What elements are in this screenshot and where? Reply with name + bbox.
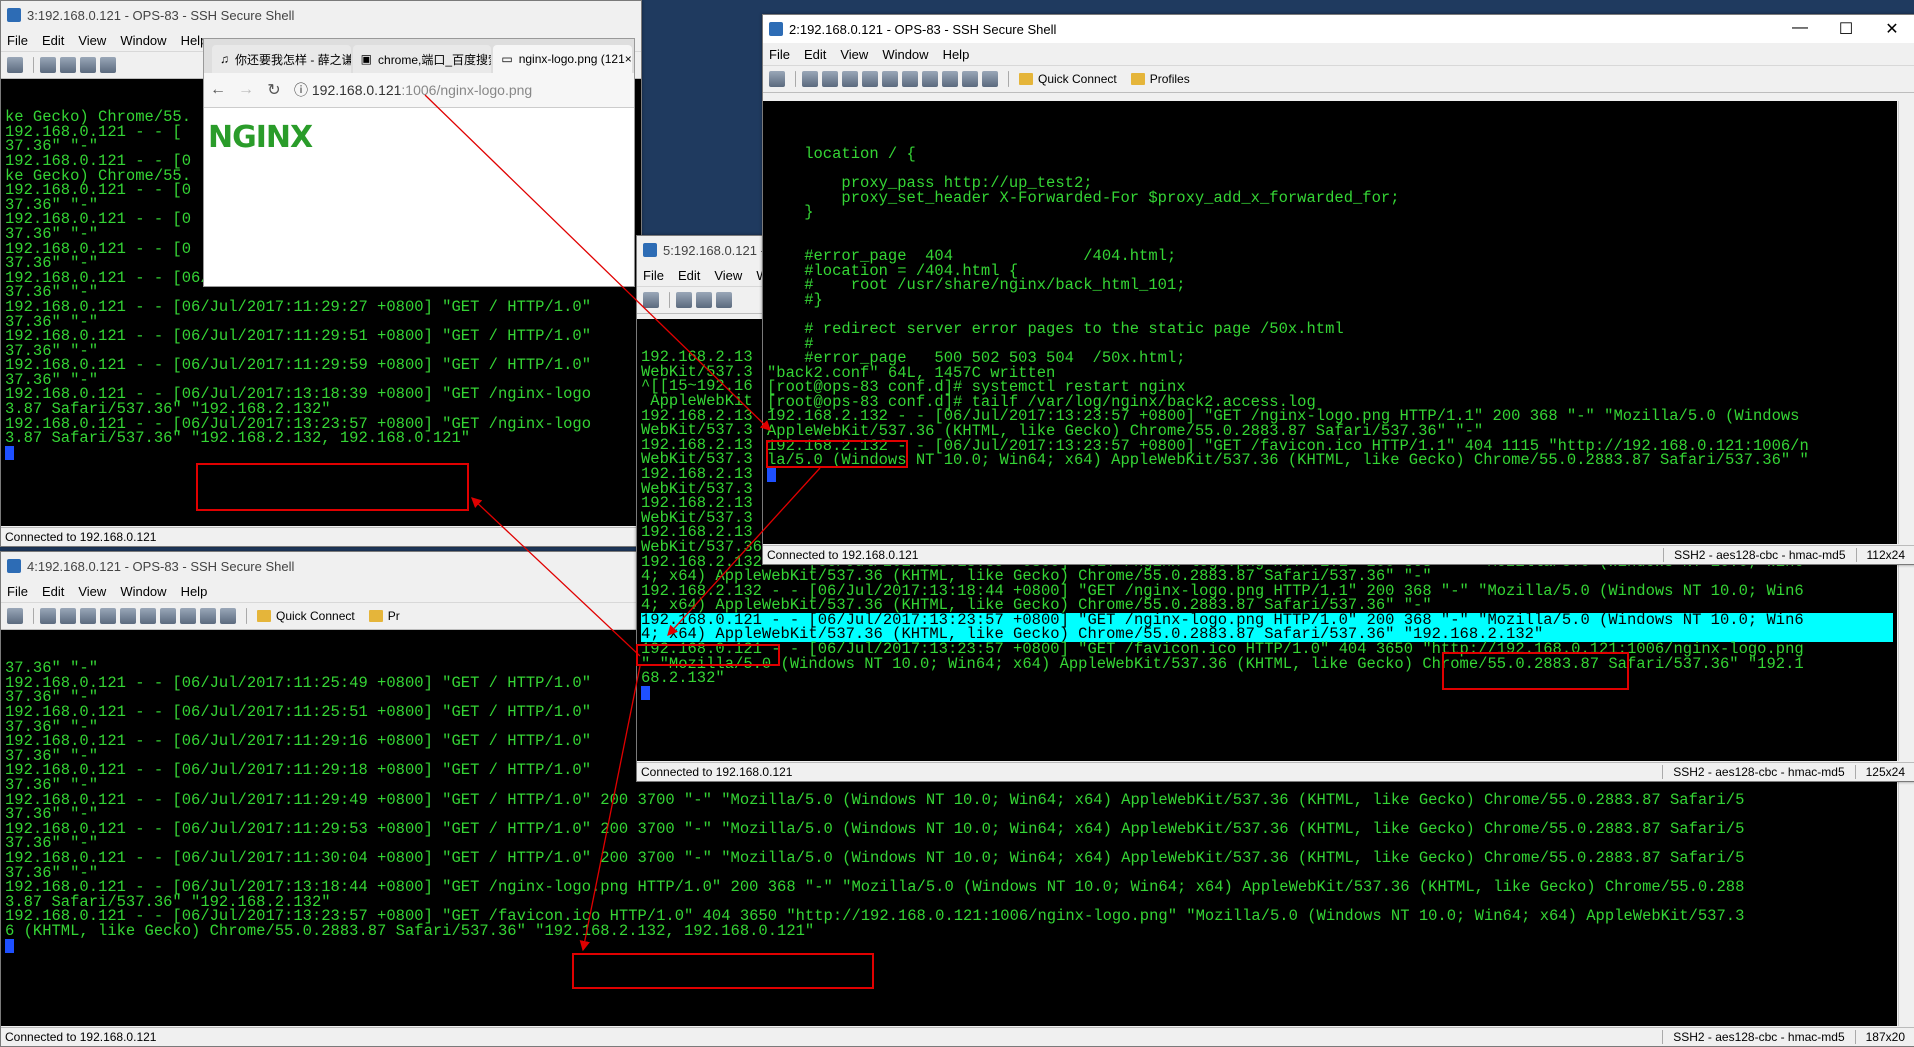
arrow-proxy-to-chain <box>579 665 641 952</box>
annotation-arrows <box>424 94 821 952</box>
arrow-url-to-client <box>424 94 771 431</box>
arrow-client-to-proxy <box>667 467 821 636</box>
arrow-client-to-timestamp <box>471 497 641 657</box>
